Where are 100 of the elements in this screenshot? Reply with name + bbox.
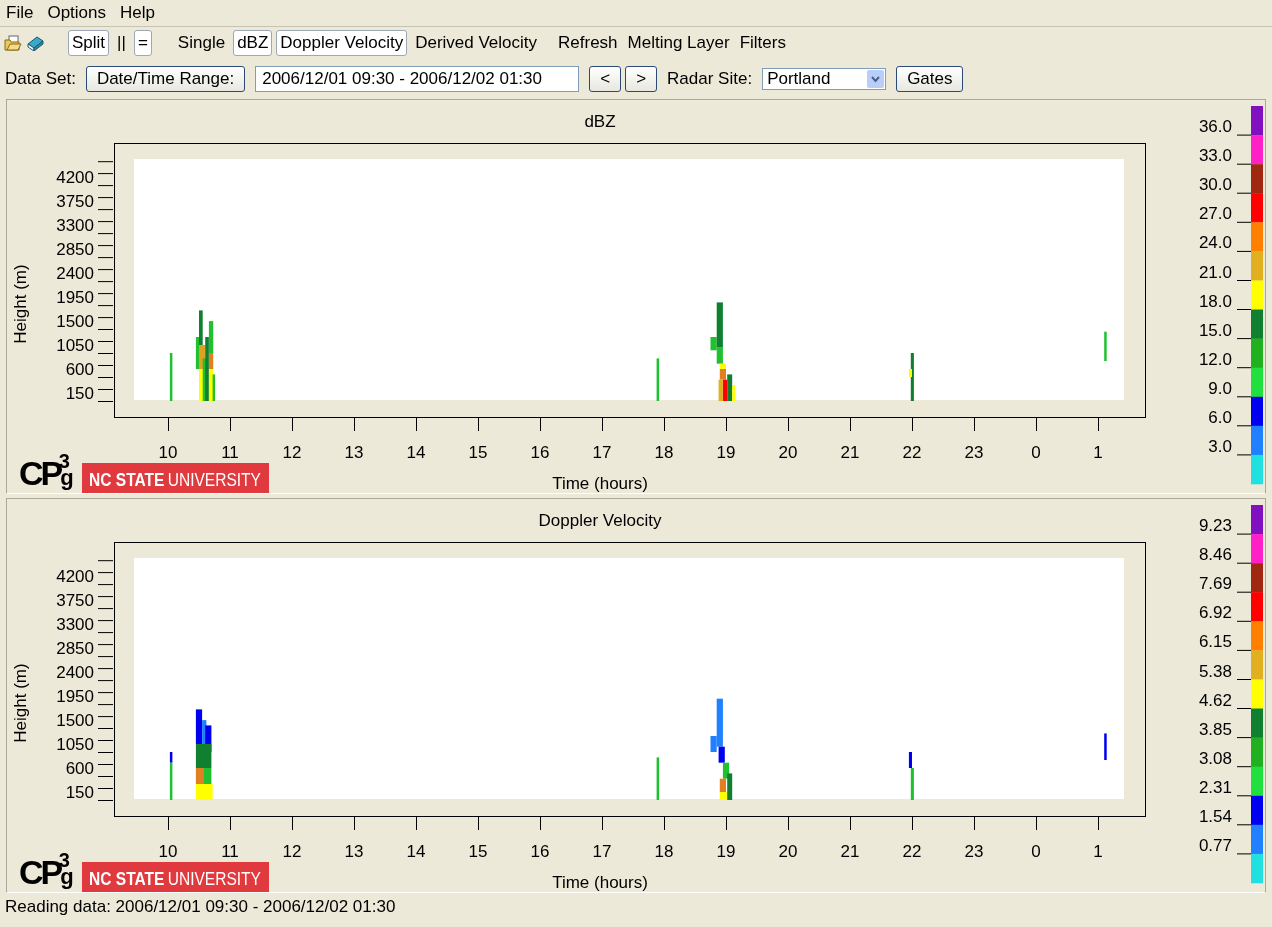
field-label: Radar Site: xyxy=(667,68,753,90)
tick-label: 14 xyxy=(406,443,426,462)
scale-label: 3.08 xyxy=(1198,748,1232,768)
toggle-button[interactable]: = xyxy=(133,29,152,57)
scale-label: 6.15 xyxy=(1198,632,1232,652)
tick-label: 2850 xyxy=(56,639,94,659)
scale-label: 30.0 xyxy=(1198,175,1232,195)
tick-label: 19 xyxy=(716,842,736,861)
open-folder-icon[interactable] xyxy=(4,35,22,51)
tick-label: 150 xyxy=(65,384,94,403)
tick-label: 0 xyxy=(1031,842,1041,861)
tick-label: 1050 xyxy=(56,735,94,754)
axis-title: Height (m) xyxy=(11,663,30,743)
tick-label: 1950 xyxy=(56,288,94,308)
tick-label: 11 xyxy=(221,443,239,462)
tick-label: 21 xyxy=(840,842,860,861)
tick-label: 15 xyxy=(468,443,488,462)
scale-label: 2.31 xyxy=(1198,777,1232,797)
axis-title: Time (hours) xyxy=(552,873,648,892)
tick-label: 3300 xyxy=(56,216,94,236)
scale-label: 4.62 xyxy=(1198,690,1232,710)
scale-label: 9.0 xyxy=(1208,378,1232,398)
date-range-field[interactable]: 2006/12/01 09:30 - 2006/12/02 01:30 xyxy=(255,65,580,93)
scale-label: 36.0 xyxy=(1198,117,1232,137)
tick-label: 12 xyxy=(282,842,302,861)
scale-label: 9.23 xyxy=(1198,516,1232,536)
tick-label: 16 xyxy=(530,842,550,861)
tick-label: 21 xyxy=(840,443,860,462)
tick-label: 18 xyxy=(654,443,674,462)
tick-label: 10 xyxy=(158,842,178,861)
scale-label: 21.0 xyxy=(1198,262,1232,282)
chart-title: dBZ xyxy=(584,112,616,131)
scale-label: 27.0 xyxy=(1198,204,1232,224)
menu-item[interactable]: Help xyxy=(120,2,155,24)
scale-label: 15.0 xyxy=(1198,320,1232,340)
tick-label: 3750 xyxy=(56,192,94,212)
scale-label: 3.85 xyxy=(1198,719,1232,739)
tick-label: 23 xyxy=(964,842,984,861)
tick-label: 1500 xyxy=(56,711,94,731)
toolbar-button[interactable]: Refresh xyxy=(555,30,621,56)
toggle-button[interactable]: Doppler Velocity xyxy=(276,29,408,57)
previous-button[interactable]: < xyxy=(589,65,622,93)
scale-label: 5.38 xyxy=(1198,661,1232,681)
radar-site-dropdown[interactable]: Portland xyxy=(762,68,887,90)
tick-label: 22 xyxy=(902,842,922,861)
tick-label: 19 xyxy=(716,443,736,462)
scale-label: 6.0 xyxy=(1208,407,1232,427)
scale-label: 3.0 xyxy=(1208,436,1232,456)
tick-label: 1500 xyxy=(56,312,94,332)
tick-label: 18 xyxy=(654,842,674,861)
book-icon[interactable] xyxy=(26,35,44,51)
tick-label: 600 xyxy=(65,360,94,379)
tick-label: 4200 xyxy=(56,168,94,188)
tick-label: 16 xyxy=(530,443,550,462)
field-label: Data Set: xyxy=(5,68,76,90)
scale-label: 24.0 xyxy=(1198,233,1232,253)
scale-label: 8.46 xyxy=(1198,545,1232,565)
tick-label: 10 xyxy=(158,443,178,462)
toggle-button[interactable]: Derived Velocity xyxy=(411,29,542,57)
scale-label: 18.0 xyxy=(1198,291,1232,311)
scale-label: 12.0 xyxy=(1198,349,1232,369)
tick-label: 2400 xyxy=(56,663,94,683)
toggle-button[interactable]: || xyxy=(113,29,130,57)
tick-label: 12 xyxy=(282,443,302,462)
tick-label: 4200 xyxy=(56,567,94,587)
axis-title: Time (hours) xyxy=(552,474,648,493)
menu-item[interactable]: File xyxy=(6,2,34,24)
tick-label: 20 xyxy=(778,443,798,462)
tick-label: 3750 xyxy=(56,591,94,611)
tick-label: 13 xyxy=(344,443,364,462)
scale-label: 6.92 xyxy=(1198,603,1232,623)
tick-label: 20 xyxy=(778,842,798,861)
tick-label: 15 xyxy=(468,842,488,861)
status-text: Reading data: 2006/12/01 09:30 - 2006/12/02 01:30 xyxy=(4,897,397,918)
scale-label: 7.69 xyxy=(1198,574,1232,594)
toolbar-button[interactable]: Melting Layer xyxy=(624,30,733,56)
tick-label: 22 xyxy=(902,443,922,462)
tick-label: 13 xyxy=(344,842,364,861)
tick-label: 1950 xyxy=(56,687,94,707)
tick-label: 150 xyxy=(65,783,94,802)
chart-title: Doppler Velocity xyxy=(538,511,662,530)
scale-label: 1.54 xyxy=(1198,806,1232,826)
scale-label: 33.0 xyxy=(1198,146,1232,166)
toggle-button[interactable]: Single xyxy=(173,29,230,57)
date-range-button[interactable]: Date/Time Range: xyxy=(85,65,246,93)
tick-label: 17 xyxy=(592,443,612,462)
tick-label: 1 xyxy=(1093,443,1103,462)
tick-label: 17 xyxy=(592,842,612,861)
tick-label: 14 xyxy=(406,842,426,861)
toggle-button[interactable]: Split xyxy=(68,29,110,57)
tick-label: 0 xyxy=(1031,443,1041,462)
gates-button[interactable]: Gates xyxy=(896,65,964,93)
toggle-button[interactable]: dBZ xyxy=(233,29,273,57)
menu-item[interactable]: Options xyxy=(47,2,106,24)
tick-label: 11 xyxy=(221,842,239,861)
toolbar-button[interactable]: Filters xyxy=(736,30,789,56)
next-button[interactable]: > xyxy=(625,65,658,93)
tick-label: 600 xyxy=(65,759,94,778)
tick-label: 3300 xyxy=(56,615,94,635)
tick-label: 1 xyxy=(1093,842,1103,861)
